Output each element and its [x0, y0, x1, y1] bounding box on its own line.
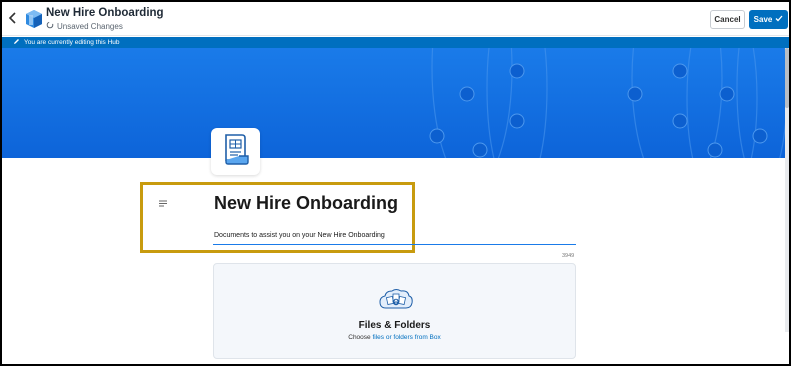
sync-icon [46, 21, 54, 31]
app-window: New Hire Onboarding Unsaved Changes Canc… [0, 0, 791, 366]
cancel-button-label: Cancel [714, 15, 741, 24]
choose-from-box-link[interactable]: files or folders from Box [372, 334, 440, 341]
files-folders-icon [378, 288, 414, 310]
page-title: New Hire Onboarding [46, 7, 164, 19]
save-status-text: Unsaved Changes [57, 21, 123, 31]
save-button-label: Save [753, 15, 773, 24]
pencil-icon [13, 38, 20, 47]
character-count: 3949 [562, 253, 575, 259]
save-button[interactable]: Save [749, 10, 788, 29]
hero-decoration [429, 48, 785, 158]
hub-cube-icon [24, 9, 44, 29]
page-scrollbar[interactable] [785, 48, 789, 332]
cancel-button[interactable]: Cancel [710, 10, 745, 29]
hub-document-icon-card[interactable] [211, 128, 260, 175]
save-status: Unsaved Changes [46, 21, 123, 31]
hub-title[interactable]: New Hire Onboarding [214, 193, 398, 214]
files-folders-subtitle-prefix: Choose [348, 334, 373, 341]
scrollbar-thumb[interactable] [785, 48, 789, 108]
hub-hero-banner [2, 48, 785, 158]
drag-handle-icon[interactable] [159, 199, 168, 209]
edit-mode-banner: You are currently editing this Hub [2, 37, 789, 48]
edit-mode-text: You are currently editing this Hub [24, 39, 120, 46]
document-icon [220, 132, 252, 171]
hub-description-input[interactable]: Documents to assist you on your New Hire… [213, 232, 576, 245]
chevron-left-icon[interactable] [8, 11, 20, 27]
files-folders-title: Files & Folders [358, 320, 431, 331]
checkmark-icon [775, 15, 783, 24]
files-folders-subtitle: Choose files or folders from Box [214, 334, 575, 341]
top-header: New Hire Onboarding Unsaved Changes Canc… [2, 2, 789, 36]
files-folders-card[interactable]: Files & Folders Choose files or folders … [213, 263, 576, 359]
